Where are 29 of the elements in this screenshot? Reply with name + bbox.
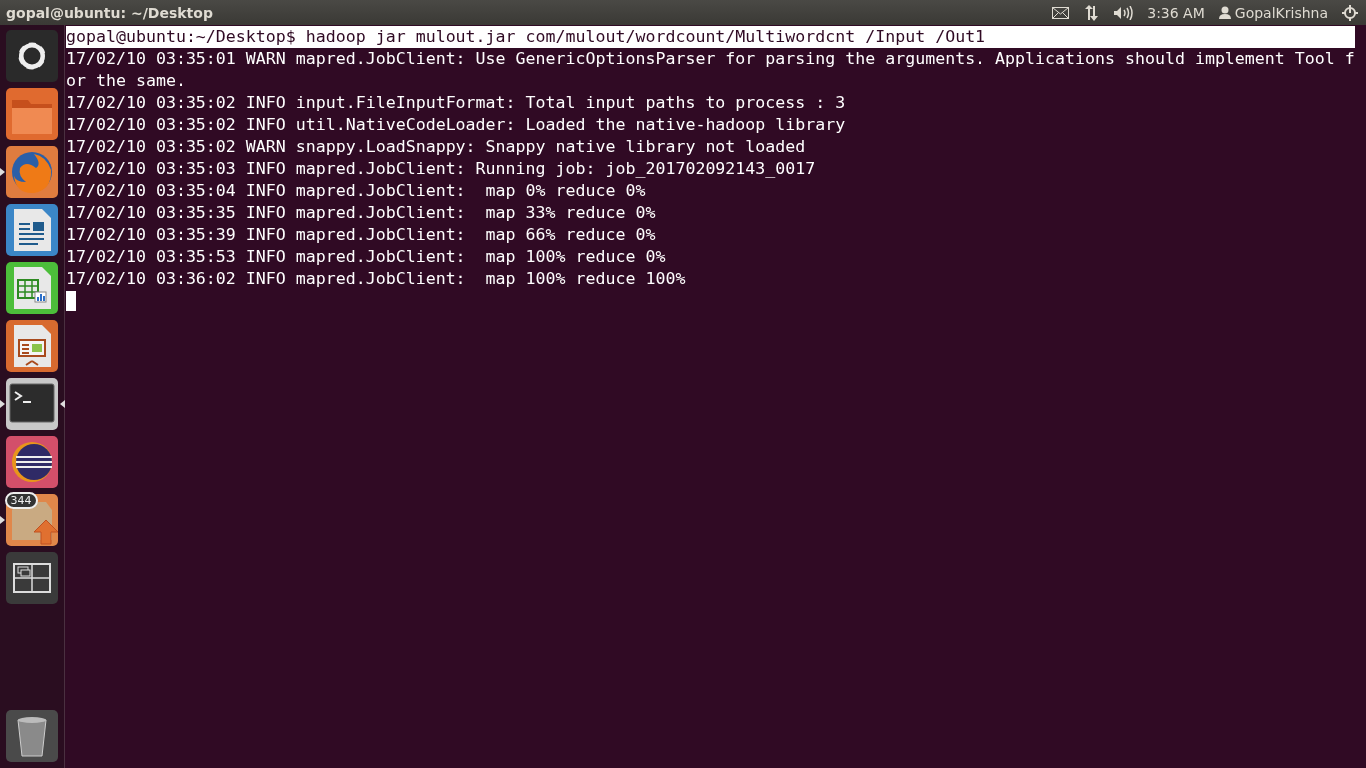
output-line: 17/02/10 03:35:35 INFO mapred.JobClient: map 33% reduce 0% (66, 202, 657, 224)
output-line: 17/02/10 03:35:01 WARN mapred.JobClient: Use GenericOptionsParser for parsing the arguments. Applications should implement Tool for the same. (66, 48, 1355, 92)
window-title: gopal@ubuntu: ~/Desktop (6, 4, 214, 21)
trash-icon[interactable] (6, 710, 58, 762)
network-icon[interactable] (1083, 4, 1100, 21)
document-icon[interactable] (6, 204, 58, 256)
running-indicator-icon (0, 516, 5, 524)
running-indicator-icon (0, 400, 5, 408)
power-icon[interactable] (1342, 4, 1358, 21)
output-line: 17/02/10 03:36:02 INFO mapred.JobClient: map 100% reduce 100% (66, 268, 687, 290)
user-name[interactable]: GopalKrishna (1234, 4, 1328, 21)
count-badge: 344 (4, 492, 38, 509)
workspaces-icon[interactable] (6, 552, 58, 604)
spreadsheet-icon[interactable] (6, 262, 58, 314)
output-line: 17/02/10 03:35:02 INFO util.NativeCodeLoader: Loaded the native-hadoop library (66, 114, 847, 136)
terminal-icon[interactable] (6, 378, 58, 430)
output-line: 17/02/10 03:35:39 INFO mapred.JobClient: map 66% reduce 0% (66, 224, 657, 246)
person-icon (1218, 6, 1231, 19)
presentation-icon[interactable] (6, 320, 58, 372)
output-line: 17/02/10 03:35:53 INFO mapred.JobClient: map 100% reduce 0% (66, 246, 667, 268)
output-line: 17/02/10 03:35:02 WARN snappy.LoadSnappy: Snappy native library not loaded (66, 136, 807, 158)
volume-icon[interactable] (1113, 5, 1134, 20)
output-line: 17/02/10 03:35:03 INFO mapred.JobClient: Running job: job_201702092143_0017 (66, 158, 817, 180)
text-cursor (66, 291, 76, 311)
output-line: 17/02/10 03:35:04 INFO mapred.JobClient: map 0% reduce 0% (66, 180, 647, 202)
output-line: 17/02/10 03:35:02 INFO input.FileInputFormat: Total input paths to process : 3 (66, 92, 847, 114)
mail-icon[interactable] (1052, 6, 1070, 19)
running-indicator-icon (0, 168, 5, 176)
clock[interactable]: 3:36 AM (1147, 4, 1205, 21)
